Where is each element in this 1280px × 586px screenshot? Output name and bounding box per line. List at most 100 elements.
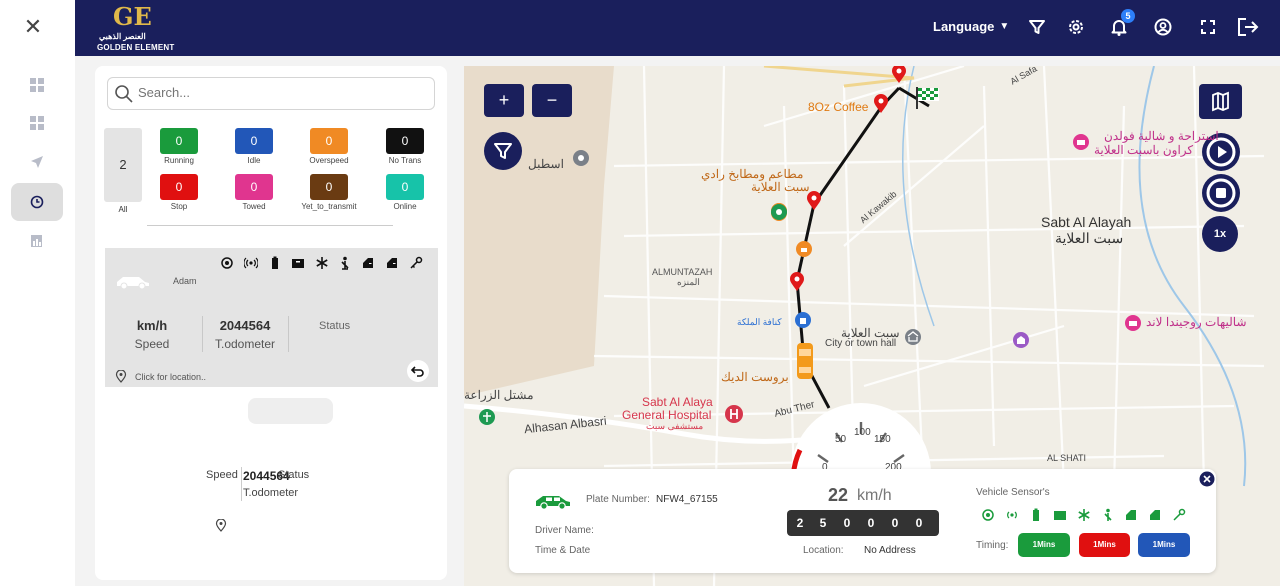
stop-icon [1206,178,1236,208]
user-profile-icon[interactable] [1152,16,1174,38]
map-label-hospital-2: General Hospital [622,408,712,422]
map-layers-button[interactable] [1199,84,1242,119]
search-input[interactable] [138,85,418,100]
fullscreen-icon[interactable] [1197,16,1219,38]
vehicle-info-card: Plate Number: NFW4_67155 Driver Name: Ti… [509,469,1216,573]
status-label: Status [319,320,351,332]
map-label-almuntazah-ar: المنزه [677,277,700,287]
time-date-label: Time & Date [535,545,591,556]
stop-button[interactable] [1202,174,1240,212]
driver-name: Adam [173,276,197,286]
map-icon [1212,91,1229,112]
language-dropdown[interactable]: Language ▼ [933,19,1009,34]
door-icon [363,258,373,268]
finish-flag-icon [916,87,939,109]
vehicle-car-icon [117,277,149,290]
return-arrow-icon [410,366,424,377]
ignition-key-icon [410,256,423,269]
close-info-button[interactable] [1198,470,1216,488]
all-count-box[interactable]: 2 [104,128,142,202]
no-trans-count[interactable]: 0 [386,128,424,154]
overspeed-label: Overspeed [309,156,349,165]
zoom-out-button[interactable]: − [532,84,572,117]
vehicle-marker-icon [797,343,813,379]
place-poi-icon [573,150,589,166]
notification-badge: 5 [1121,9,1135,23]
online-label: Online [393,202,417,211]
ac-snowflake-icon [1078,509,1090,521]
town-hall-poi-icon [905,329,921,345]
map-label-sabt-al-alayah: Sabt Al Alayah [1041,214,1132,230]
signal-icon [244,257,258,269]
playback-speed-button[interactable]: 1x [1202,216,1238,252]
car-battery-icon [292,259,304,268]
divider [147,225,393,226]
click-for-location-link[interactable]: Click for location.. [135,372,206,382]
dashboard-nav-icon[interactable] [11,66,63,104]
odometer-digit: 0 [843,516,851,530]
location-pin-icon [215,519,227,532]
odometer-label-2: T.odometer [243,487,299,499]
odometer-digit: 2 [796,516,804,530]
stop-count[interactable]: 0 [160,174,198,200]
gauge-tick-100: 100 [854,427,871,438]
towed-label: Towed [242,202,266,211]
vehicle-list-panel: 2 All 0 Running 0 Idle 0 Overspeed 0 No … [95,66,447,580]
close-icon[interactable]: ✕ [22,14,44,39]
running-count[interactable]: 0 [160,128,198,154]
timing-button-blue[interactable]: 1Mins [1138,533,1190,557]
map-label-broast-ar: بروست الديك [721,370,789,384]
filter-icon[interactable] [1026,16,1048,38]
shopping-poi-icon [795,312,811,328]
map-label-chalets-ar: شاليهات روجيندا لاند [1146,315,1247,329]
door-2-icon [1150,510,1160,520]
map-label-sabt-al-alayah-ar: سبت العلاية [1055,230,1124,246]
grid-nav-icon[interactable] [11,104,63,142]
location-value: No Address [864,545,916,556]
back-arrow-button[interactable] [407,360,429,382]
brand-logo: GE العنصر الذهبي GOLDEN ELEMENT [85,2,175,52]
timing-button-red[interactable]: 1Mins [1079,533,1130,557]
towed-count[interactable]: 0 [235,174,273,200]
location-pin-icon [115,370,127,383]
settings-gear-icon[interactable] [1065,16,1087,38]
stat-divider [241,467,242,501]
timing-button-green[interactable]: 1Mins [1018,533,1070,557]
stop-label: Stop [170,202,188,211]
map-label-resort-ar-2: كراون باسبت العلاية [1094,143,1194,157]
language-label: Language [933,19,995,34]
seatbelt-icon [1104,508,1112,521]
history-nav-icon[interactable] [11,183,63,221]
stat-divider [202,316,203,352]
car-battery-icon [1054,511,1066,520]
map-label-kunafa-ar: كنافة الملكة [737,317,782,327]
map-label-al-shati: AL SHATI [1047,453,1087,463]
plate-number-value: NFW4_67155 [656,494,718,505]
ac-snowflake-icon [316,257,328,269]
reports-nav-icon[interactable] [11,222,63,260]
yet-to-transmit-count[interactable]: 0 [310,174,348,200]
driver-name-label: Driver Name: [535,525,594,536]
hospital-poi-icon [725,405,743,423]
brand-name: GOLDEN ELEMENT [97,43,175,52]
vehicle-card[interactable]: Adam km/h Speed 2044564 T.odometer Statu… [105,248,438,387]
speed-label: Speed [134,337,170,351]
map-filter-button[interactable] [484,132,522,170]
left-rail: ✕ [0,0,75,586]
hotel-poi-icon [1125,315,1141,331]
map-label-hospital-ar: مستشفى سبت [646,421,704,431]
odometer-digit: 5 [819,516,827,530]
overspeed-count[interactable]: 0 [310,128,348,154]
navigation-nav-icon[interactable] [11,143,63,181]
online-count[interactable]: 0 [386,174,424,200]
zoom-in-button[interactable]: + [484,84,524,117]
plate-number-label: Plate Number: [586,494,650,505]
idle-count[interactable]: 0 [235,128,273,154]
speed-stat: km/h Speed [117,318,187,351]
logout-icon[interactable] [1236,16,1259,38]
map-label-resort-ar: استراحة و شالية فولدن [1104,129,1219,143]
route-pin-icon [892,66,906,83]
top-header: GE العنصر الذهبي GOLDEN ELEMENT Language… [75,0,1280,56]
caret-down-icon: ▼ [999,21,1010,32]
route-pin-icon [790,272,804,291]
